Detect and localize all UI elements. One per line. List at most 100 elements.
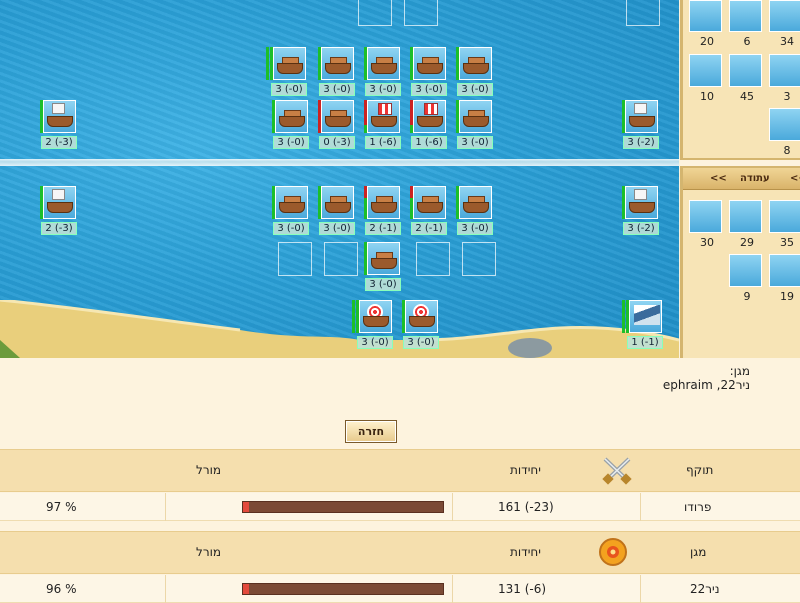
ship-slot[interactable]: 1 (-6) [410,100,447,149]
column-separator [640,575,641,603]
ship-icon [321,47,354,80]
ship-icon [43,100,76,133]
ship-icon [413,47,446,80]
beach-terrain [0,300,679,358]
ship-slot[interactable]: 2 (-1) [410,186,447,235]
ship-slot[interactable]: 3 (-0) [318,186,355,235]
reserve-unit[interactable]: 10 [689,54,725,103]
unit-count: 3 (-0) [365,83,401,96]
battle-line-divider [0,159,679,166]
ship-slot[interactable]: 3 (-0) [410,47,447,96]
unit-count: 35 [780,236,794,249]
reserve-unit[interactable]: 8 [769,108,800,157]
reserve-unit[interactable]: 3 [769,54,800,103]
unit-count: 3 (-0) [457,136,493,149]
ship-slot[interactable]: 3 (-2) [622,186,659,235]
ship-icon [689,200,722,233]
reserve-tab-label[interactable]: עתודה [740,168,770,190]
unit-count: 1 (-6) [411,136,447,149]
unit-count: 3 (-0) [319,222,355,235]
scroll-left-button[interactable]: << [710,168,727,190]
ship-icon [367,100,400,133]
ship-slot[interactable]: 2 (-3) [40,186,77,235]
unit-count: 3 (-0) [357,336,393,349]
unit-count: 20 [700,35,714,48]
unit-count: 34 [780,35,794,48]
reserve-unit[interactable]: 19 [769,254,800,303]
ship-slot[interactable]: 3 (-2) [622,100,659,149]
defender-reserve-panel: << עתודה << 30 29 35 9 19 [680,166,800,358]
unit-count: 29 [740,236,754,249]
reserve-tab-header: << עתודה << [683,168,800,190]
ship-slot[interactable]: 3 (-0) [456,100,493,149]
defender-morale-value: 96 % [46,582,77,596]
reserve-unit[interactable]: 30 [689,200,725,249]
defender-role-label: מגן [690,545,707,559]
crossed-swords-icon [602,457,632,485]
ship-slot[interactable]: 0 (-3) [318,100,355,149]
unit-count: 3 (-0) [273,222,309,235]
reserve-unit[interactable]: 9 [729,254,765,303]
column-separator [165,493,166,521]
ship-icon [321,100,354,133]
ship-slot[interactable]: 3 (-0) [402,300,439,349]
unit-count: 30 [700,236,714,249]
attacker-role-label: תוקף [686,463,714,477]
morale-column-header: מורל [196,545,222,559]
unit-count: 8 [783,144,791,157]
reserve-unit[interactable]: 34 [769,0,800,48]
defender-player-name: ניר22 [690,582,720,596]
back-button[interactable]: חזרה [345,420,397,443]
ship-icon [273,47,306,80]
ship-icon [459,186,492,219]
empty-slot [626,0,660,26]
defender-table-header: מגן יחידות מורל [0,531,800,574]
ship-slot[interactable]: 3 (-0) [272,100,309,149]
empty-slot [404,0,438,26]
reserve-unit[interactable]: 29 [729,200,765,249]
ship-slot[interactable]: 2 (-3) [40,100,77,149]
unit-count: 2 (-1) [411,222,447,235]
unit-count: 0 (-3) [319,136,355,149]
unit-count: 9 [743,290,751,303]
reserve-unit[interactable]: 45 [729,54,765,103]
empty-slot [278,242,312,276]
unit-count: 6 [743,35,751,48]
ship-icon [769,108,800,141]
ship-slot[interactable]: 3 (-0) [364,242,401,291]
reserve-unit[interactable]: 35 [769,200,800,249]
unit-count: 3 (-0) [273,136,309,149]
unit-count: 3 (-0) [457,222,493,235]
ship-icon [367,47,400,80]
health-bar [352,300,355,333]
unit-count: 3 (-0) [403,336,439,349]
defender-units-value: 131 (-6) [498,582,547,596]
unit-count: 3 (-0) [319,83,355,96]
ship-icon [367,242,400,275]
reserve-unit[interactable]: 6 [729,0,765,48]
ship-slot[interactable]: 1 (-6) [364,100,401,149]
unit-count: 45 [740,90,754,103]
ship-slot[interactable]: 3 (-0) [352,300,393,349]
ship-icon [359,300,392,333]
ship-slot[interactable]: 3 (-0) [456,47,493,96]
defender-row: ניר22 131 (-6) 96 % [0,575,800,603]
unit-count: 10 [700,90,714,103]
ship-slot[interactable]: 3 (-0) [318,47,355,96]
ship-slot[interactable]: 3 (-0) [364,47,401,96]
ship-icon [625,100,658,133]
reserve-unit[interactable]: 20 [689,0,725,48]
ship-slot[interactable]: 1 (-1) [622,300,663,349]
ship-slot[interactable]: 3 (-0) [266,47,307,96]
scroll-right-button[interactable]: << [790,168,800,190]
ship-slot[interactable]: 3 (-0) [456,186,493,235]
attacker-table-header: תוקף יחידות מורל [0,449,800,492]
ship-slot[interactable]: 2 (-1) [364,186,401,235]
unit-count: 1 (-6) [365,136,401,149]
attacker-morale-bar [242,501,444,513]
ship-icon [769,0,800,32]
unit-count: 19 [780,290,794,303]
shield-icon [599,538,627,566]
unit-count: 3 (-2) [623,136,659,149]
ship-slot[interactable]: 3 (-0) [272,186,309,235]
